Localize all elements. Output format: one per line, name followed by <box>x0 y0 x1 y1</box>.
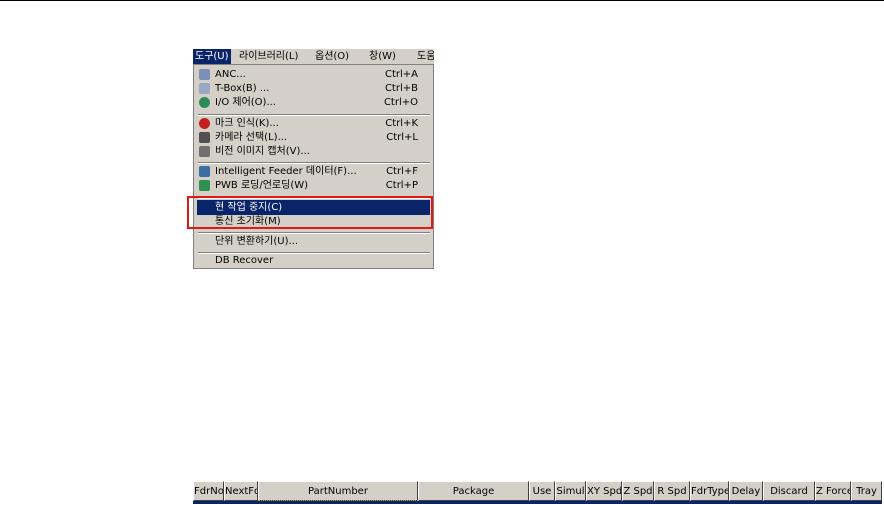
menu-item-db-recover[interactable]: DB Recover <box>197 253 430 268</box>
menu-help[interactable]: 도움 <box>415 49 434 65</box>
menu-item-shortcut: Ctrl+B <box>384 83 418 94</box>
menu-item-mark-recognition[interactable]: 마크 인식(K)... Ctrl+K <box>197 116 430 131</box>
menu-item-label: T-Box(B) ... <box>215 83 270 94</box>
menu-item-label: 비전 이미지 캡처(V)... <box>215 146 310 157</box>
column-header-package[interactable]: Package <box>418 481 529 501</box>
column-header-xy-spd[interactable]: XY Spd <box>586 481 622 501</box>
menu-item-label: I/O 제어(O)... <box>215 97 276 108</box>
menu-library[interactable]: 라이브러리(L) <box>237 49 300 65</box>
io-icon <box>199 97 210 108</box>
menu-item-anc[interactable]: ANC... Ctrl+A <box>197 67 430 82</box>
vision-image-icon <box>199 146 210 157</box>
column-header-r-spd[interactable]: R Spd <box>654 481 690 501</box>
menu-item-vision-capture[interactable]: 비전 이미지 캡처(V)... <box>197 144 430 159</box>
top-border-line <box>0 0 884 1</box>
feeder-icon <box>199 166 210 177</box>
menu-item-camera-select[interactable]: 카메라 선택(L)... Ctrl+L <box>197 130 430 145</box>
menu-item-shortcut: Ctrl+P <box>385 180 418 191</box>
menu-item-tbox[interactable]: T-Box(B) ... Ctrl+B <box>197 81 430 96</box>
red-highlight-box <box>187 196 433 229</box>
column-header-z-spd[interactable]: Z Spd <box>622 481 654 501</box>
menu-item-shortcut: Ctrl+L <box>386 132 418 143</box>
mark-recognition-icon <box>199 118 210 129</box>
tbox-icon <box>199 83 210 94</box>
menu-item-shortcut: Ctrl+A <box>384 69 418 80</box>
tools-dropdown-menu: ANC... Ctrl+A T-Box(B) ... Ctrl+B I/O 제어… <box>193 64 434 269</box>
column-header-simul[interactable]: Simul <box>555 481 586 501</box>
column-header-tray[interactable]: Tray <box>851 481 882 501</box>
menu-item-shortcut: Ctrl+K <box>385 118 418 129</box>
column-header-use[interactable]: Use <box>529 481 555 501</box>
menu-options[interactable]: 옵션(O) <box>313 49 351 65</box>
menu-item-shortcut: Ctrl+O <box>383 97 418 108</box>
menu-item-shortcut: Ctrl+F <box>386 166 418 177</box>
menu-item-label: Intelligent Feeder 데이터(F)... <box>215 166 357 177</box>
column-header-z-force[interactable]: Z Force <box>815 481 851 501</box>
menu-item-io-control[interactable]: I/O 제어(O)... Ctrl+O <box>197 95 430 110</box>
column-header-partnumber[interactable]: PartNumber <box>258 481 418 501</box>
menu-window[interactable]: 창(W) <box>367 49 398 65</box>
pwb-icon <box>199 180 210 191</box>
column-header-fdrtype[interactable]: FdrType <box>690 481 729 501</box>
menu-item-label: DB Recover <box>215 255 274 266</box>
menu-tools[interactable]: 도구(U) <box>193 49 231 65</box>
column-header-delay[interactable]: Delay <box>729 481 763 501</box>
menu-item-feeder-data[interactable]: Intelligent Feeder 데이터(F)... Ctrl+F <box>197 164 430 179</box>
anc-icon <box>199 69 210 80</box>
menu-item-pwb-loading[interactable]: PWB 로딩/언로딩(W) Ctrl+P <box>197 178 430 193</box>
menu-item-label: ANC... <box>215 69 246 80</box>
menu-item-unit-conversion[interactable]: 단위 변환하기(U)... <box>197 234 430 249</box>
menu-item-label: 카메라 선택(L)... <box>215 132 288 143</box>
camera-icon <box>199 132 210 143</box>
menu-item-label: PWB 로딩/언로딩(W) <box>215 180 309 191</box>
column-header-nextfdr[interactable]: NextFdr <box>224 481 258 501</box>
menu-item-label: 마크 인식(K)... <box>215 118 279 129</box>
column-header-discard[interactable]: Discard <box>763 481 815 501</box>
column-header-fdrno[interactable]: FdrNo <box>193 481 224 501</box>
menu-item-label: 단위 변환하기(U)... <box>215 236 299 247</box>
menu-bar: 도구(U) 라이브러리(L) 옵션(O) 창(W) 도움 <box>193 49 434 65</box>
selected-row-strip <box>193 501 882 504</box>
